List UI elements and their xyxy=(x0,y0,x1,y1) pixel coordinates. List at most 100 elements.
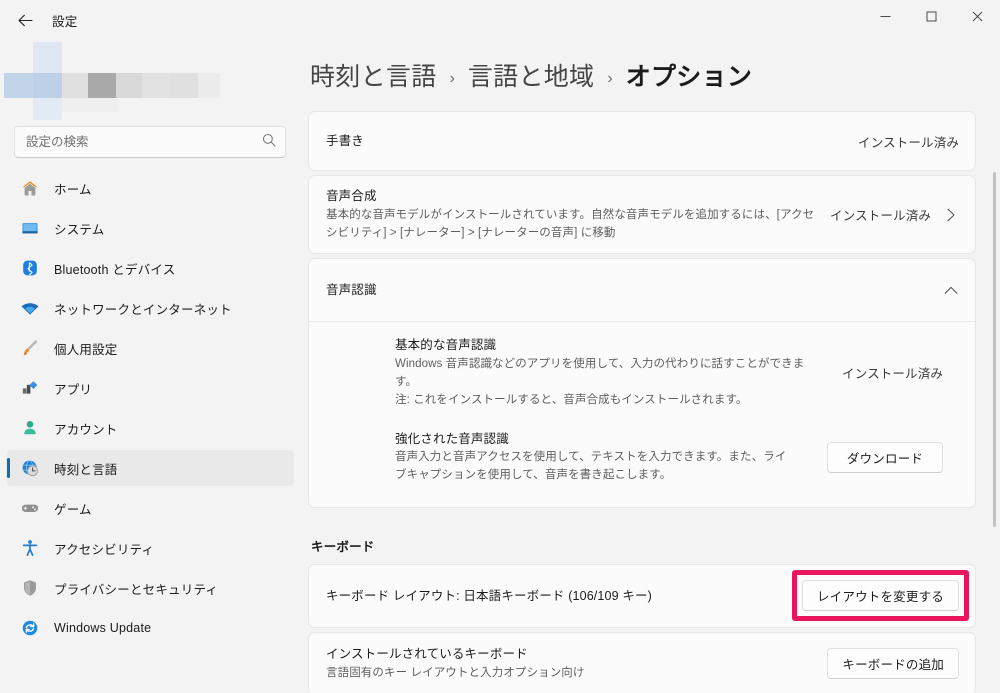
back-button[interactable] xyxy=(6,4,44,36)
installed-keyboards-title: インストールされているキーボード xyxy=(326,647,528,662)
breadcrumb-item-options: オプション xyxy=(625,63,753,91)
chevron-right-icon xyxy=(943,208,959,222)
window-body: ホーム システム xyxy=(0,40,1000,693)
update-icon xyxy=(20,618,40,638)
handwriting-title: 手書き xyxy=(326,133,364,148)
search-icon xyxy=(262,133,276,152)
keyboard-layout-card: キーボード レイアウト: 日本語キーボード (106/109 キー) レイアウト… xyxy=(308,563,976,628)
bluetooth-icon xyxy=(20,258,40,278)
handwriting-card: 手書き インストール済み xyxy=(308,111,976,171)
sidebar: ホーム システム xyxy=(0,40,300,693)
speech-recognition-text: 音声認識 xyxy=(326,281,931,300)
speech-recognition-title: 音声認識 xyxy=(326,283,377,297)
change-layout-highlight: レイアウトを変更する xyxy=(791,570,970,622)
keyboard-layout-row: キーボード レイアウト: 日本語キーボード (106/109 キー) レイアウト… xyxy=(309,565,975,627)
sidebar-item-label: 個人用設定 xyxy=(54,342,118,357)
installed-keyboards-row: インストールされているキーボード 言語固有のキー レイアウトと入力オプション向け… xyxy=(309,633,975,693)
sidebar-item-home[interactable]: ホーム xyxy=(6,170,294,206)
sidebar-item-label: アカウント xyxy=(54,422,118,437)
sidebar-item-label: 時刻と言語 xyxy=(54,462,118,477)
monitor-icon xyxy=(20,218,40,238)
accessibility-icon xyxy=(20,538,40,558)
sidebar-item-gaming[interactable]: ゲーム xyxy=(6,490,294,526)
installed-keyboards-card: インストールされているキーボード 言語固有のキー レイアウトと入力オプション向け… xyxy=(308,631,976,693)
sidebar-item-label: ネットワークとインターネット xyxy=(54,302,232,317)
basic-speech-recognition-text: 基本的な音声認識 Windows 音声認識などのアプリを使用して、入力の代わりに… xyxy=(395,336,826,409)
sidebar-item-label: プライバシーとセキュリティ xyxy=(54,582,219,597)
keyboard-layout-title: キーボード レイアウト: 日本語キーボード (106/109 キー) xyxy=(326,588,652,603)
enhanced-speech-recognition-text: 強化された音声認識 音声入力と音声アクセスを使用して、テキストを入力できます。ま… xyxy=(395,430,811,485)
enhanced-speech-recognition-title: 強化された音声認識 xyxy=(395,431,509,446)
speech-synthesis-status: インストール済み xyxy=(830,209,931,224)
sidebar-nav-list: ホーム システム Bluetooth とデバイス ネットワークとインターネット … xyxy=(0,170,300,693)
sidebar-item-system[interactable]: システム xyxy=(6,210,294,246)
enhanced-speech-recognition-description: 音声入力と音声アクセスを使用して、テキストを入力できます。また、ライブキャプショ… xyxy=(395,451,787,482)
sidebar-item-personalization[interactable]: 個人用設定 xyxy=(6,330,294,366)
close-button[interactable] xyxy=(954,0,1000,32)
keyboard-section-title: キーボード xyxy=(311,539,375,554)
enhanced-speech-recognition-row: 強化された音声認識 音声入力と音声アクセスを使用して、テキストを入力できます。ま… xyxy=(309,424,975,507)
speech-synthesis-text: 音声合成 基本的な音声モデルがインストールされています。自然な音声モデルを追加す… xyxy=(326,187,818,242)
window-controls xyxy=(862,0,1000,40)
sidebar-item-time-and-language[interactable]: 時刻と言語 xyxy=(6,450,294,486)
maximize-button[interactable] xyxy=(908,0,954,32)
add-keyboard-button[interactable]: キーボードの追加 xyxy=(827,648,959,680)
sidebar-item-label: Windows Update xyxy=(54,621,152,635)
paintbrush-icon xyxy=(20,338,40,358)
installed-keyboards-description: 言語固有のキー レイアウトと入力オプション向け xyxy=(326,666,585,679)
handwriting-status: インストール済み xyxy=(858,135,959,150)
shield-icon xyxy=(20,578,40,598)
content-scrollbar[interactable] xyxy=(993,172,996,527)
minimize-button[interactable] xyxy=(862,0,908,32)
speech-recognition-expanded-panel: 基本的な音声認識 Windows 音声認識などのアプリを使用して、入力の代わりに… xyxy=(309,321,975,507)
sidebar-item-label: アクセシビリティ xyxy=(54,542,155,557)
home-icon xyxy=(20,178,40,198)
change-layout-button[interactable]: レイアウトを変更する xyxy=(801,580,959,612)
sidebar-item-accounts[interactable]: アカウント xyxy=(6,410,294,446)
sidebar-item-label: Bluetooth とデバイス xyxy=(54,262,176,277)
download-button[interactable]: ダウンロード xyxy=(827,441,943,473)
basic-speech-recognition-description: Windows 音声認識などのアプリを使用して、入力の代わりに話すことができます… xyxy=(395,358,805,406)
handwriting-row: 手書き インストール済み xyxy=(309,112,975,170)
speech-recognition-header-row[interactable]: 音声認識 xyxy=(309,259,975,321)
breadcrumb-item-time-and-language[interactable]: 時刻と言語 xyxy=(310,57,437,93)
apps-icon xyxy=(20,378,40,398)
user-profile-blurred xyxy=(0,42,300,120)
breadcrumb-separator-icon: › xyxy=(449,70,455,87)
window-title: 設定 xyxy=(52,14,78,29)
account-icon xyxy=(20,418,40,438)
sidebar-item-windows-update[interactable]: Windows Update xyxy=(6,610,294,646)
speech-synthesis-row[interactable]: 音声合成 基本的な音声モデルがインストールされています。自然な音声モデルを追加す… xyxy=(309,176,975,253)
breadcrumb-separator-icon: › xyxy=(607,70,613,87)
speech-synthesis-description: 基本的な音声モデルがインストールされています。自然な音声モデルを追加するには、[… xyxy=(326,208,815,239)
sidebar-item-network[interactable]: ネットワークとインターネット xyxy=(6,290,294,326)
installed-keyboards-text: インストールされているキーボード 言語固有のキー レイアウトと入力オプション向け xyxy=(326,645,815,683)
search-input[interactable] xyxy=(26,135,262,149)
breadcrumb: 時刻と言語 › 言語と地域 › オプション xyxy=(308,40,976,111)
sidebar-item-apps[interactable]: アプリ xyxy=(6,370,294,406)
speech-synthesis-title: 音声合成 xyxy=(326,189,377,203)
sidebar-item-privacy-and-security[interactable]: プライバシーとセキュリティ xyxy=(6,570,294,606)
speech-recognition-card: 音声認識 基本的な音声認識 Windows 音声認識などのアプリを使用して、入力… xyxy=(308,258,976,508)
wifi-icon xyxy=(20,298,40,318)
keyboard-layout-text: キーボード レイアウト: 日本語キーボード (106/109 キー) xyxy=(326,587,790,606)
chevron-up-icon[interactable] xyxy=(943,286,959,295)
sidebar-item-label: システム xyxy=(54,222,105,237)
basic-speech-recognition-status: インストール済み xyxy=(842,367,943,382)
speech-synthesis-card: 音声合成 基本的な音声モデルがインストールされています。自然な音声モデルを追加す… xyxy=(308,175,976,255)
breadcrumb-item-language-and-region[interactable]: 言語と地域 xyxy=(468,57,595,93)
clock-globe-icon xyxy=(20,458,40,478)
basic-speech-recognition-title: 基本的な音声認識 xyxy=(395,338,497,353)
content-pane: 時刻と言語 › 言語と地域 › オプション 手書き インストール済み 音声合成 … xyxy=(300,40,1000,693)
settings-window: 設定 設定の検索 ホーム システム Bluetooth とデバイス ネットワーク… xyxy=(0,0,1000,693)
search-container xyxy=(0,126,300,170)
sidebar-item-bluetooth[interactable]: Bluetooth とデバイス xyxy=(6,250,294,286)
sidebar-item-accessibility[interactable]: アクセシビリティ xyxy=(6,530,294,566)
gamepad-icon xyxy=(20,498,40,518)
handwriting-text: 手書き xyxy=(326,132,846,151)
sidebar-item-label: ホーム xyxy=(54,182,92,197)
sidebar-item-label: アプリ xyxy=(54,382,93,397)
search-box[interactable] xyxy=(14,126,286,158)
sidebar-item-label: ゲーム xyxy=(54,502,92,517)
title-bar: 設定 xyxy=(0,0,1000,40)
